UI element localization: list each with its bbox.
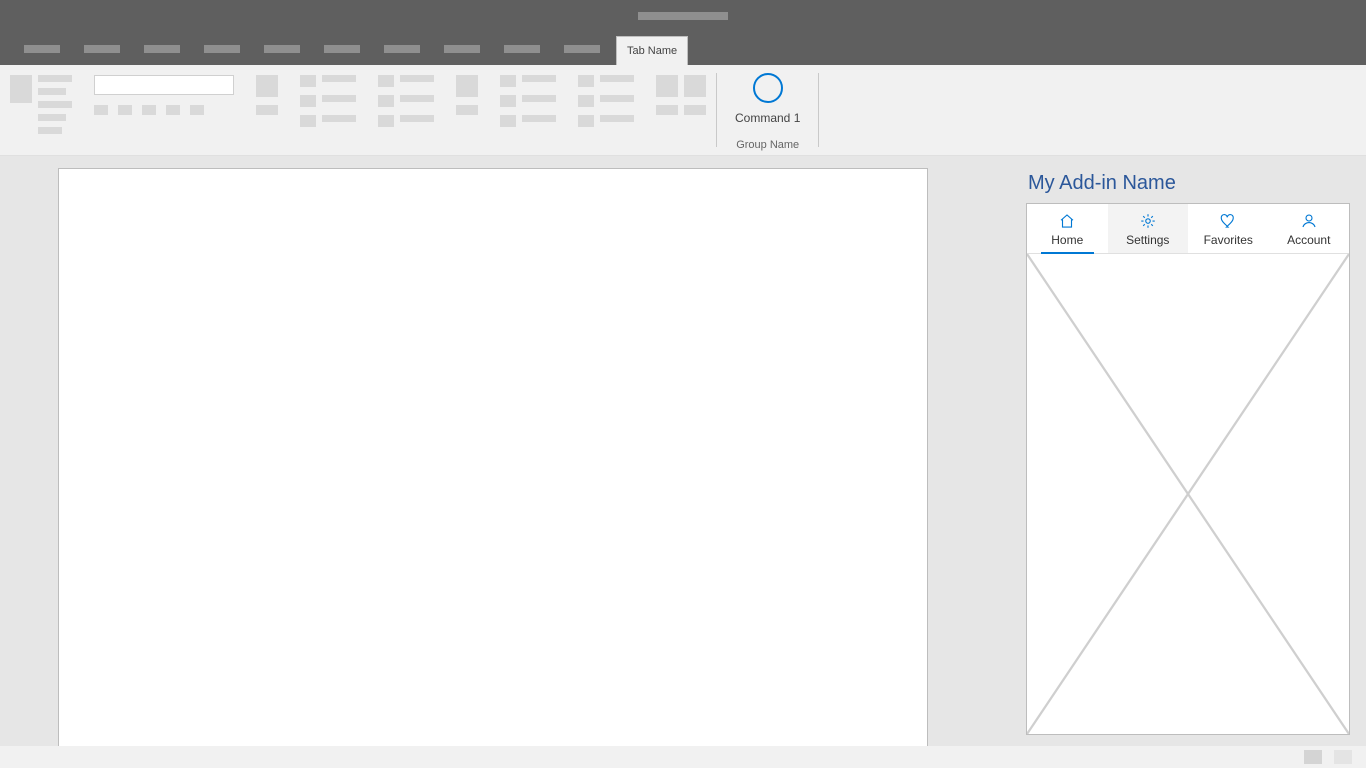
command1-icon[interactable]: [753, 73, 783, 103]
ribbon-group-placeholder: [578, 75, 634, 141]
task-pane-title: My Add-in Name: [1026, 168, 1350, 203]
document-workspace: My Add-in Name Home Settings: [0, 156, 1366, 746]
view-mode-button[interactable]: [1334, 750, 1352, 764]
heart-icon: [1219, 212, 1237, 233]
ribbon-tab-placeholder[interactable]: [564, 45, 600, 53]
ribbon-tab-placeholder[interactable]: [444, 45, 480, 53]
person-icon: [1300, 212, 1318, 233]
ribbon-tab-label: Tab Name: [627, 45, 677, 57]
pivot-label: Favorites: [1204, 233, 1253, 247]
ribbon: Command 1 Group Name: [0, 65, 1366, 156]
command1-label[interactable]: Command 1: [735, 111, 800, 125]
pivot-tab-favorites[interactable]: Favorites: [1188, 204, 1269, 253]
app-title-placeholder: [638, 12, 728, 20]
ribbon-tab-placeholder[interactable]: [504, 45, 540, 53]
status-bar: [0, 746, 1366, 768]
ribbon-tab-placeholder[interactable]: [24, 45, 60, 53]
ribbon-group-custom: Command 1 Group Name: [717, 65, 818, 155]
view-mode-button[interactable]: [1304, 750, 1322, 764]
ribbon-tab-placeholder[interactable]: [84, 45, 120, 53]
ribbon-group-placeholder: [500, 75, 556, 141]
ribbon-group-placeholder: [256, 75, 278, 141]
ribbon-tab-placeholder[interactable]: [264, 45, 300, 53]
ribbon-combo-placeholder[interactable]: [94, 75, 234, 95]
task-pane: My Add-in Name Home Settings: [1026, 168, 1350, 735]
ribbon-tab-strip: Tab Name: [0, 32, 1366, 65]
gear-icon: [1139, 212, 1157, 233]
task-pane-body: Home Settings Favorites: [1026, 203, 1350, 735]
ribbon-group-placeholder: [94, 75, 234, 141]
home-icon: [1058, 212, 1076, 233]
task-pane-content-placeholder: [1027, 254, 1349, 734]
ribbon-tab-placeholder[interactable]: [324, 45, 360, 53]
ribbon-group-separator: [818, 73, 819, 147]
pivot-label: Home: [1051, 233, 1083, 247]
pivot-tab-account[interactable]: Account: [1269, 204, 1350, 253]
ribbon-group-placeholder: [456, 75, 478, 141]
ribbon-group-placeholder: [378, 75, 434, 141]
ribbon-tab-placeholder[interactable]: [144, 45, 180, 53]
pivot-label: Settings: [1126, 233, 1169, 247]
ribbon-tab-placeholder[interactable]: [204, 45, 240, 53]
pivot-tab-home[interactable]: Home: [1027, 204, 1108, 253]
ribbon-group-label: Group Name: [736, 139, 799, 151]
ribbon-group-placeholder: [656, 75, 706, 141]
pivot-tab-settings[interactable]: Settings: [1108, 204, 1189, 253]
ribbon-group-placeholder: [10, 75, 72, 141]
ribbon-group-placeholder: [300, 75, 356, 141]
title-bar: [0, 0, 1366, 32]
ribbon-tab-placeholder[interactable]: [384, 45, 420, 53]
ribbon-placeholder-groups: [0, 65, 716, 155]
document-page[interactable]: [58, 168, 928, 748]
ribbon-tab-active[interactable]: Tab Name: [616, 36, 688, 65]
task-pane-pivot: Home Settings Favorites: [1027, 204, 1349, 254]
pivot-label: Account: [1287, 233, 1330, 247]
